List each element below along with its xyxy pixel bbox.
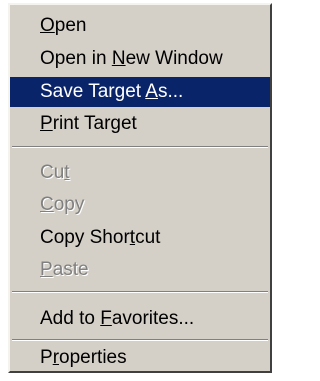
menu-item-copy-shortcut[interactable]: Copy Shortcut: [10, 223, 270, 253]
menu-separator: [12, 146, 268, 148]
menu-item-paste[interactable]: Paste: [10, 255, 270, 285]
menu-item-cut-label: Cut: [40, 162, 70, 183]
menu-item-cut[interactable]: Cut: [10, 158, 270, 188]
menu-item-paste-label: Paste: [40, 259, 89, 280]
context-menu: Open Open in New Window Save Target As..…: [8, 3, 272, 373]
menu-separator: [12, 291, 268, 293]
menu-item-save-target-as-label: Save Target As...: [40, 81, 184, 102]
menu-item-copy[interactable]: Copy: [10, 190, 270, 220]
menu-item-properties[interactable]: Properties: [10, 343, 270, 373]
menu-item-open-in-new-window[interactable]: Open in New Window: [10, 44, 270, 74]
menu-item-properties-label: Properties: [40, 347, 127, 368]
menu-item-open-in-new-window-label: Open in New Window: [40, 48, 223, 69]
menu-item-open-label: Open: [40, 15, 87, 36]
menu-item-open[interactable]: Open: [10, 11, 270, 41]
menu-item-copy-label: Copy: [40, 194, 85, 215]
menu-item-save-target-as[interactable]: Save Target As...: [10, 77, 270, 107]
menu-item-print-target-label: Print Target: [40, 113, 137, 134]
menu-item-copy-shortcut-label: Copy Shortcut: [40, 227, 161, 248]
menu-item-add-to-favorites[interactable]: Add to Favorites...: [10, 304, 270, 334]
menu-separator: [12, 339, 268, 341]
menu-item-print-target[interactable]: Print Target: [10, 109, 270, 139]
menu-item-add-to-favorites-label: Add to Favorites...: [40, 308, 195, 329]
